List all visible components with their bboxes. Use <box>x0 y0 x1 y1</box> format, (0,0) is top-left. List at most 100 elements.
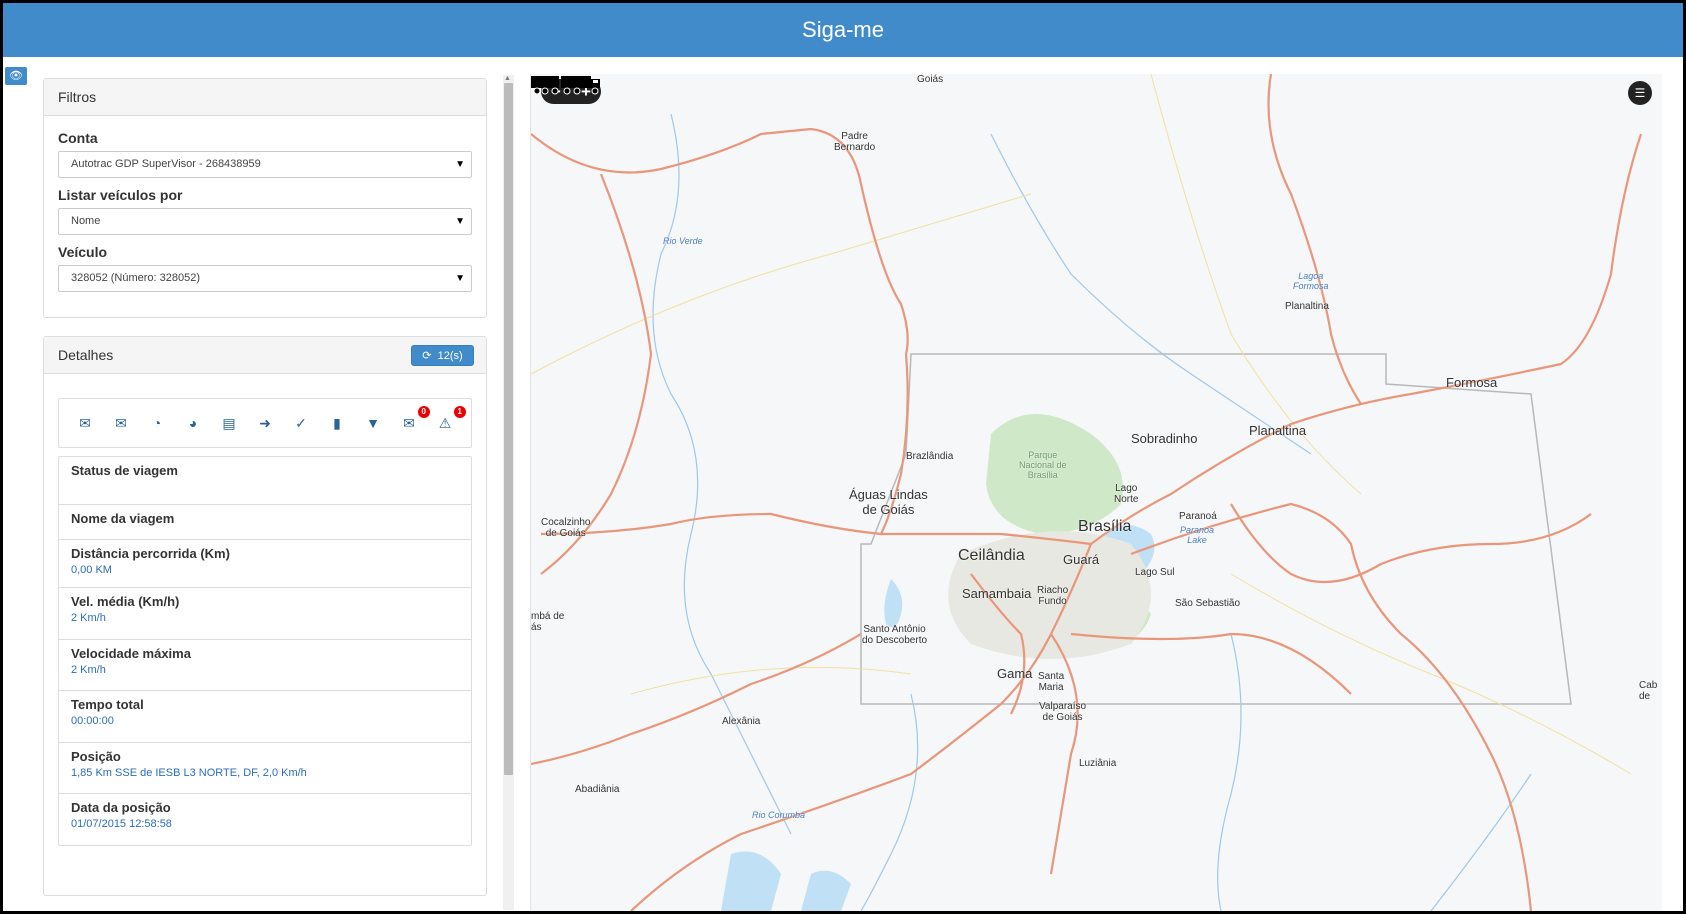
detail-label: Vel. média (Km/h) <box>71 594 180 609</box>
dropdown-arrow-icon: ▼ <box>455 216 465 227</box>
detail-item: Posição 1,85 Km SSE de IESB L3 NORTE, DF… <box>59 743 471 794</box>
detail-value: 01/07/2015 12:58:58 <box>71 818 172 830</box>
map-label: São Sebastião <box>1175 598 1241 609</box>
account-select[interactable]: Autotrac GDP SuperVisor - 268438959 ▼ <box>58 151 472 178</box>
map-label: Planaltina <box>1285 301 1329 312</box>
tool-bar: ✉ ✉ ◔ ◕ ▤ ➜ ✓ ▮ ▼ ✉ 0 ⚠ 1 <box>58 398 472 448</box>
detail-label: Velocidade máxima <box>71 646 191 661</box>
refresh-countdown: 12(s) <box>437 350 463 362</box>
detail-label: Data da posição <box>71 800 171 815</box>
map-label: Goiás <box>917 74 944 85</box>
details-panel: Detalhes ⟳ 12(s) ✉ ✉ ◔ ◕ ▤ ➜ ✓ ▮ ▼ ✉ 0 ⚠… <box>43 336 487 896</box>
detail-item: Vel. média (Km/h) 2 Km/h <box>59 588 471 640</box>
map-label: Santo Antônio do Descoberto <box>862 624 928 646</box>
refresh-button[interactable]: ⟳ 12(s) <box>411 345 474 366</box>
detail-item: Nome da viagem <box>59 505 471 540</box>
detail-label: Distância percorrida (Km) <box>71 546 230 561</box>
detail-item: Distância percorrida (Km) 0,00 KM <box>59 540 471 588</box>
alert-badge: 1 <box>453 406 466 418</box>
vehicle-select[interactable]: 328052 (Número: 328052) ▼ <box>58 265 472 292</box>
detail-item: Tempo total 00:00:00 <box>59 691 471 743</box>
map-label: Brasília <box>1078 518 1132 535</box>
map-label: Águas Lindas de Goiás <box>849 487 928 517</box>
detail-label: Tempo total <box>71 697 144 712</box>
map-canvas <box>531 74 1643 911</box>
detail-item: Data da posição 01/07/2015 12:58:58 <box>59 794 471 845</box>
filters-heading: Filtros <box>44 79 486 116</box>
detail-label: Nome da viagem <box>71 511 175 526</box>
filters-panel: Filtros Conta Autotrac GDP SuperVisor - … <box>43 78 487 318</box>
layers-icon[interactable]: ☰ <box>1628 81 1652 105</box>
map-label: Valparaíso de Goiás <box>1039 701 1087 723</box>
detail-value: 2 Km/h <box>71 664 106 676</box>
map-label: Luziânia <box>1079 758 1117 769</box>
sidebar-scrollbar[interactable]: ▲ <box>503 75 514 910</box>
map-label: Formosa <box>1446 375 1498 390</box>
detail-item: Status de viagem <box>59 457 471 505</box>
speedometer-icon[interactable]: ◕ <box>182 412 204 434</box>
map-label: Lagoa Formosa <box>1293 271 1329 291</box>
detail-value: 0,00 KM <box>71 564 112 576</box>
map-label: Cocalzinho de Goiás <box>541 517 591 539</box>
details-heading: Detalhes ⟳ 12(s) <box>44 337 486 374</box>
eye-toggle-icon[interactable]: 👁 <box>5 67 27 85</box>
list-by-select[interactable]: Nome ▼ <box>58 208 472 235</box>
mail-receive-icon[interactable]: ✉ <box>110 412 132 434</box>
map-label: Sobradinho <box>1131 431 1198 446</box>
map-label: Cab de <box>1639 680 1658 702</box>
mail-send-icon[interactable]: ✉ <box>74 412 96 434</box>
account-label: Conta <box>58 130 98 146</box>
messages-icon[interactable]: ✉ 0 <box>398 406 430 434</box>
map-label: Gama <box>997 666 1033 681</box>
map-label: Abadiânia <box>575 784 620 795</box>
dropdown-arrow-icon: ▼ <box>455 273 465 284</box>
detail-label: Status de viagem <box>71 463 178 478</box>
map-label: Ceilândia <box>958 547 1025 564</box>
inbox-icon[interactable]: ▤ <box>218 412 240 434</box>
map-label: Paranoa Lake <box>1180 525 1215 545</box>
detail-label: Posição <box>71 749 121 764</box>
messages-badge: 0 <box>417 406 430 418</box>
map-label: Alexânia <box>722 716 761 727</box>
details-title: Detalhes <box>58 347 114 363</box>
list-by-value: Nome <box>71 215 101 227</box>
map-label: Rio Verde <box>663 236 703 246</box>
detail-value: 2 Km/h <box>71 612 106 624</box>
app-title: Siga-me <box>802 17 884 42</box>
sidebar: Filtros Conta Autotrac GDP SuperVisor - … <box>43 78 487 911</box>
app-header: Siga-me <box>3 3 1683 57</box>
map-label: Brazlândia <box>906 451 954 462</box>
pin-icon[interactable]: ▼ <box>362 412 384 434</box>
vehicle-label: Veículo <box>58 244 108 260</box>
detail-value: 1,85 Km SSE de IESB L3 NORTE, DF, 2,0 Km… <box>71 767 307 779</box>
scrollbar-thumb[interactable] <box>504 83 513 775</box>
map-label: Parque Nacional de Brasília <box>1019 450 1067 480</box>
alert-icon[interactable]: ⚠ 1 <box>434 406 466 434</box>
map-label: Santa Maria <box>1038 671 1065 693</box>
route-icon[interactable]: ➜ <box>254 412 276 434</box>
checklist-icon[interactable]: ✓ <box>290 412 312 434</box>
list-by-label: Listar veículos por <box>58 187 183 203</box>
map-label: Rio Corumbá <box>752 810 806 820</box>
map-view[interactable]: − + ☰ Goiás Padre Bernardo Rio Verde Lag… <box>530 74 1662 911</box>
map-label: Lago Norte <box>1114 483 1139 505</box>
gauge-icon[interactable]: ◔ <box>146 412 168 434</box>
map-label: Riacho Fundo <box>1037 585 1069 607</box>
detail-value: 00:00:00 <box>71 715 114 727</box>
map-label: mbá de ás <box>531 611 565 633</box>
account-value: Autotrac GDP SuperVisor - 268438959 <box>71 158 261 170</box>
detail-list: Status de viagem Nome da viagem Distânci… <box>58 456 472 846</box>
map-label: Lago Sul <box>1135 567 1175 578</box>
scroll-up-arrow-icon[interactable]: ▲ <box>504 75 511 82</box>
map-label: Planaltina <box>1249 423 1307 438</box>
vehicle-value: 328052 (Número: 328052) <box>71 272 201 284</box>
detail-item: Velocidade máxima 2 Km/h <box>59 640 471 691</box>
map-label: Guará <box>1063 552 1100 567</box>
map-label: Samambaia <box>962 586 1032 601</box>
fuel-icon[interactable]: ▮ <box>326 412 348 434</box>
map-label: Padre Bernardo <box>834 131 876 153</box>
dropdown-arrow-icon: ▼ <box>455 159 465 170</box>
truck-icon[interactable] <box>531 74 601 96</box>
app-window: Siga-me 👁 Filtros Conta Autotrac GDP Sup… <box>3 3 1683 911</box>
map-label: Paranoá <box>1179 511 1217 522</box>
